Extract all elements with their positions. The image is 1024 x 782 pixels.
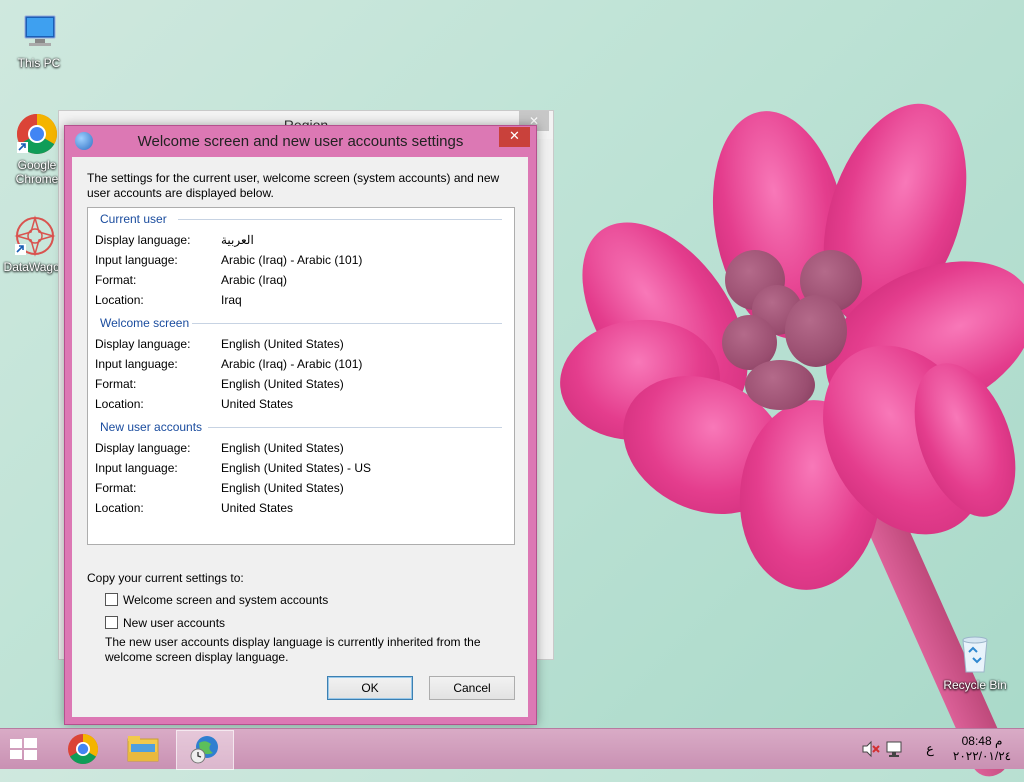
taskbar-region-button[interactable] bbox=[176, 730, 234, 770]
recycle-bin-icon bbox=[953, 632, 997, 676]
checkbox-label[interactable]: Welcome screen and system accounts bbox=[123, 593, 328, 607]
this-pc-icon bbox=[17, 10, 61, 54]
network-tray-button[interactable] bbox=[884, 729, 906, 769]
welcome-screen-settings-dialog[interactable]: Welcome screen and new user accounts set… bbox=[64, 125, 537, 725]
row-value: English (United States) bbox=[221, 441, 344, 455]
row-value: English (United States) - US bbox=[221, 461, 372, 475]
desktop-icon-recycle-bin[interactable]: Recycle Bin bbox=[940, 632, 1010, 692]
chrome-icon bbox=[68, 734, 99, 765]
ok-button[interactable]: OK bbox=[327, 676, 413, 700]
dialog-intro-text: The settings for the current user, welco… bbox=[87, 171, 500, 200]
row-label: Input language: bbox=[95, 253, 178, 267]
section-heading-welcome-screen: Welcome screen bbox=[100, 316, 190, 330]
welcome-screen-checkbox[interactable] bbox=[105, 593, 118, 606]
row-value: Arabic (Iraq) - Arabic (101) bbox=[221, 357, 363, 371]
desktop-icon-this-pc[interactable]: This PC bbox=[4, 10, 74, 70]
row-value: English (United States) bbox=[221, 481, 344, 495]
checkbox-label[interactable]: New user accounts bbox=[123, 616, 225, 630]
chrome-icon bbox=[15, 112, 59, 156]
checkbox-row-new-user-accounts[interactable]: New user accounts bbox=[105, 616, 225, 630]
row-value: العربية bbox=[221, 233, 254, 247]
desktop-icon-label: Recycle Bin bbox=[943, 678, 1007, 692]
section-divider bbox=[192, 323, 502, 324]
row-label: Location: bbox=[95, 397, 144, 411]
row-label: Display language: bbox=[95, 233, 191, 247]
taskbar-file-explorer-button[interactable] bbox=[115, 730, 171, 768]
section-divider bbox=[208, 427, 502, 428]
row-label: Format: bbox=[95, 377, 137, 391]
settings-summary-panel: Current user Display language: العربية I… bbox=[87, 207, 515, 545]
section-divider bbox=[178, 219, 502, 220]
start-button[interactable] bbox=[8, 737, 38, 761]
volume-tray-button[interactable] bbox=[860, 729, 882, 769]
taskbar: ع 08:48 م ٢٠٢٢/٠١/٢٤ bbox=[0, 728, 1024, 770]
row-label: Input language: bbox=[95, 357, 178, 371]
row-label: Format: bbox=[95, 273, 137, 287]
row-label: Display language: bbox=[95, 441, 191, 455]
volume-muted-icon bbox=[862, 740, 880, 758]
input-language-indicator[interactable]: ع bbox=[921, 729, 939, 769]
clock-date: ٢٠٢٢/٠١/٢٤ bbox=[952, 749, 1012, 763]
row-label: Format: bbox=[95, 481, 137, 495]
taskbar-chrome-button[interactable] bbox=[55, 730, 111, 768]
desktop-icon-label: This PC bbox=[17, 56, 61, 70]
row-value: United States bbox=[221, 501, 294, 515]
region-control-panel-icon bbox=[190, 736, 218, 764]
row-value: English (United States) bbox=[221, 337, 344, 351]
row-label: Display language: bbox=[95, 337, 191, 351]
file-explorer-icon bbox=[127, 736, 159, 762]
dialog-title: Welcome screen and new user accounts set… bbox=[137, 133, 464, 150]
desktop-icon-label: Google Chrome bbox=[15, 158, 59, 186]
row-value: English (United States) bbox=[221, 377, 344, 391]
clock-time: 08:48 م bbox=[961, 734, 1003, 748]
row-value: Arabic (Iraq) - Arabic (101) bbox=[221, 253, 363, 267]
row-label: Location: bbox=[95, 293, 144, 307]
section-heading-current-user: Current user bbox=[100, 212, 167, 226]
dialog-titlebar[interactable]: Welcome screen and new user accounts set… bbox=[65, 126, 536, 158]
inheritance-note: The new user accounts display language i… bbox=[105, 635, 481, 664]
copy-settings-label: Copy your current settings to: bbox=[87, 571, 244, 585]
row-value: Arabic (Iraq) bbox=[221, 273, 288, 287]
row-value: United States bbox=[221, 397, 294, 411]
new-user-accounts-checkbox[interactable] bbox=[105, 616, 118, 629]
dialog-body: The settings for the current user, welco… bbox=[72, 157, 528, 717]
cancel-button[interactable]: Cancel bbox=[429, 676, 515, 700]
section-heading-new-user-accounts: New user accounts bbox=[100, 420, 203, 434]
checkbox-row-welcome-screen[interactable]: Welcome screen and system accounts bbox=[105, 593, 328, 607]
dialog-close-button[interactable]: ✕ bbox=[499, 127, 530, 147]
clock[interactable]: 08:48 م ٢٠٢٢/٠١/٢٤ bbox=[946, 729, 1018, 769]
row-label: Location: bbox=[95, 501, 144, 515]
row-value: Iraq bbox=[221, 293, 242, 307]
datawagon-icon bbox=[13, 214, 57, 258]
row-label: Input language: bbox=[95, 461, 178, 475]
network-icon bbox=[886, 741, 902, 757]
